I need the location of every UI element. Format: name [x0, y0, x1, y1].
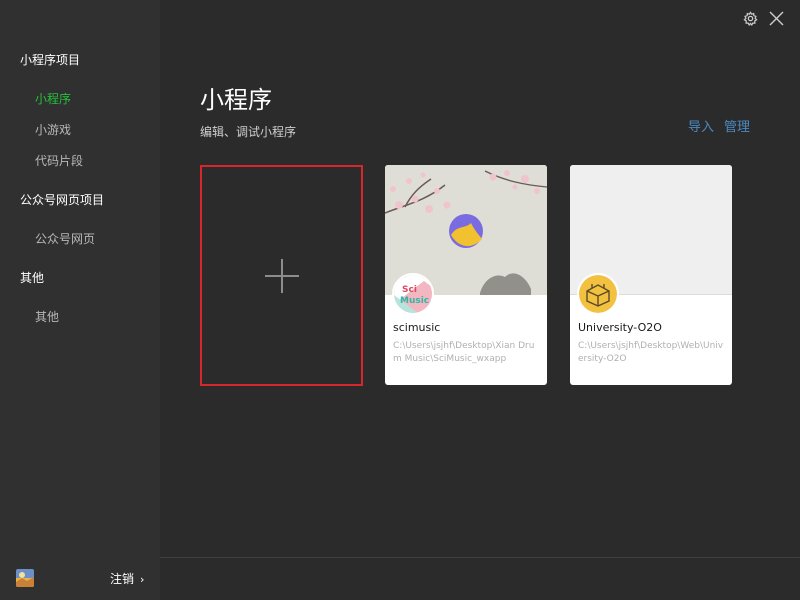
plus-icon-vertical [281, 259, 283, 293]
page-title: 小程序 [200, 86, 272, 114]
sidebar-item-code-snippet[interactable]: 代码片段 [35, 152, 83, 169]
main-panel: 小程序 编辑、调试小程序 导入 管理 Sci Music scimusic C:… [160, 0, 800, 600]
close-icon[interactable] [769, 11, 784, 30]
sidebar-footer: 注销 › [0, 558, 160, 600]
sidebar-group-official-account: 公众号网页项目 [20, 193, 105, 207]
gear-icon[interactable] [743, 11, 758, 30]
sidebar-item-minigame[interactable]: 小游戏 [35, 121, 71, 138]
project-card-university-o2o[interactable]: University-O2O C:\Users\jsjhf\Desktop\We… [570, 165, 732, 385]
sidebar-group-other: 其他 [20, 271, 45, 285]
project-path: C:\Users\jsjhf\Desktop\Web\University-O2… [578, 341, 724, 364]
project-avatar [577, 273, 619, 315]
new-project-button[interactable] [200, 165, 363, 386]
page-subtitle: 编辑、调试小程序 [200, 125, 297, 139]
user-avatar[interactable] [16, 569, 34, 587]
project-name: University-O2O [578, 321, 662, 334]
header-actions: 导入 管理 [678, 116, 750, 135]
svg-text:Music: Music [400, 296, 429, 306]
footer-divider [160, 557, 800, 558]
logout-label: 注销 [110, 572, 135, 586]
project-avatar-text: Sci [402, 285, 417, 295]
sidebar-item-official-account-web[interactable]: 公众号网页 [35, 230, 95, 247]
manage-button[interactable]: 管理 [724, 120, 750, 135]
import-button[interactable]: 导入 [688, 120, 714, 135]
sidebar-item-other[interactable]: 其他 [35, 308, 59, 325]
chevron-right-icon: › [140, 573, 145, 586]
logout-button[interactable]: 注销 › [110, 570, 144, 587]
sidebar-item-miniprogram[interactable]: 小程序 [35, 90, 71, 107]
sidebar: 小程序项目 小程序 小游戏 代码片段 公众号网页项目 公众号网页 其他 其他 注… [0, 0, 160, 600]
project-avatar: Sci Music [392, 273, 434, 315]
sidebar-group-miniprogram: 小程序项目 [20, 53, 81, 67]
project-card-scimusic[interactable]: Sci Music scimusic C:\Users\jsjhf\Deskto… [385, 165, 547, 385]
project-path: C:\Users\jsjhf\Desktop\Xian Drum Music\S… [393, 341, 535, 364]
project-name: scimusic [393, 321, 441, 334]
